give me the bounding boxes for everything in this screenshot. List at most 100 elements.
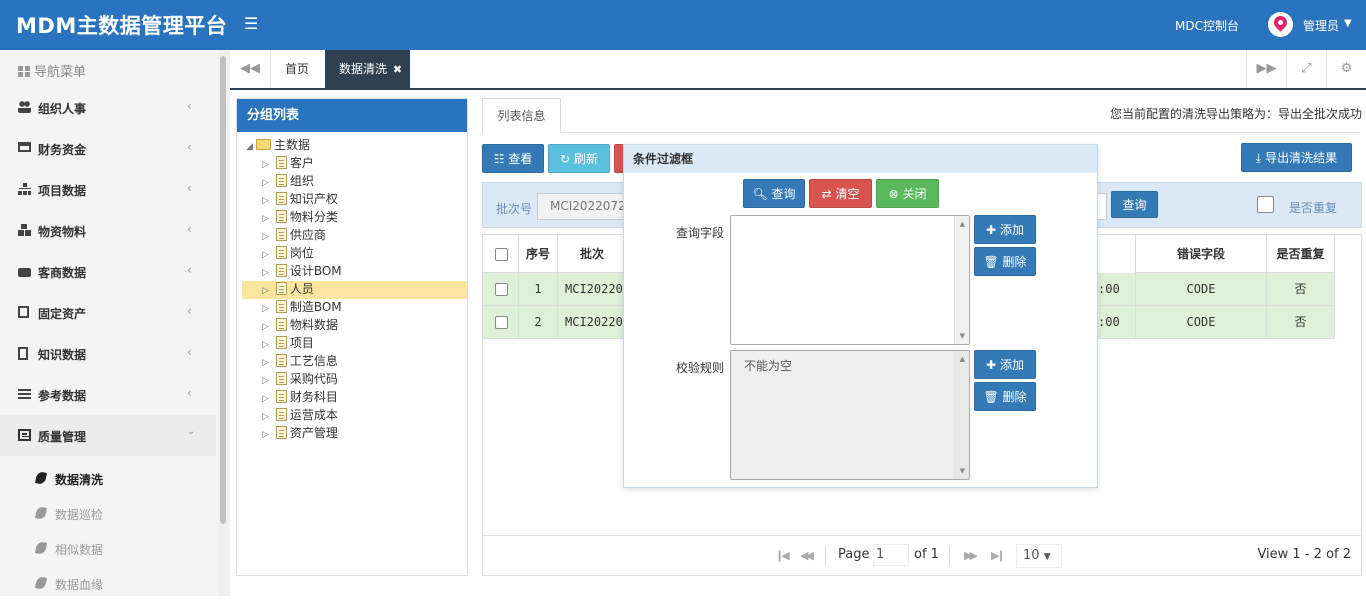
dialog-query-button[interactable]: 🔍︎ 查询: [743, 179, 805, 208]
sidebar-item-knowledge[interactable]: 知识数据 ‹: [0, 333, 216, 374]
leaf-icon: [35, 541, 47, 555]
sidebar-item-finance[interactable]: 财务资金 ‹: [0, 128, 216, 169]
sidebar-item-label: 项目数据: [38, 184, 87, 198]
tree-node[interactable]: ▷ 供应商: [262, 226, 326, 244]
tree-node-label: 客户: [289, 156, 314, 170]
user-menu[interactable]: 管理员: [1303, 17, 1339, 34]
caret-right-icon[interactable]: ▷: [262, 426, 272, 444]
scroll-up-icon[interactable]: ▲: [960, 355, 965, 363]
refresh-button[interactable]: ↻ 刷新: [548, 144, 610, 173]
last-page-icon[interactable]: ▶❙: [991, 549, 1006, 562]
page-size-select[interactable]: 10 ▼: [1016, 544, 1062, 568]
row-checkbox[interactable]: [495, 316, 508, 329]
fullscreen-icon[interactable]: ⤢: [1287, 50, 1327, 88]
tree-node[interactable]: ▷ 设计BOM: [262, 262, 342, 280]
tree-node[interactable]: ▷ 项目: [262, 334, 314, 352]
file-icon: [275, 156, 287, 169]
tree-node[interactable]: ▷ 物料数据: [262, 316, 338, 334]
query-field-textarea[interactable]: ▲ ▼: [730, 215, 970, 345]
col-batch[interactable]: 批次: [558, 235, 626, 273]
next-page-icon[interactable]: ▶▶: [964, 549, 978, 562]
first-page-icon[interactable]: ❙◀: [775, 549, 790, 562]
select-all-checkbox[interactable]: [495, 248, 508, 261]
file-icon: [275, 426, 287, 439]
gear-icon[interactable]: ⚙: [1327, 50, 1366, 88]
dialog-close-button[interactable]: ⊗ 关闭: [876, 179, 939, 208]
sidebar-subitem-data-cleansing[interactable]: 数据清洗: [0, 461, 216, 496]
sidebar-item-org[interactable]: 组织人事 ‹: [0, 87, 216, 128]
duplicate-checkbox[interactable]: [1257, 196, 1274, 213]
tree-node-label: 人员: [289, 282, 314, 296]
scroll-down-icon[interactable]: ▼: [960, 467, 965, 475]
calculator-icon: [18, 306, 29, 318]
field-add-button[interactable]: ✚ 添加: [974, 215, 1036, 244]
list-icon: ☷: [493, 152, 505, 166]
tree-node[interactable]: ▷ 采购代码: [262, 370, 338, 388]
tab-underline: [482, 132, 1360, 133]
tree-node[interactable]: ▷ 制造BOM: [262, 298, 342, 316]
row-seq: 1: [519, 273, 558, 306]
file-icon: [275, 264, 287, 277]
view-button[interactable]: ☷ 查看: [482, 144, 544, 173]
tree-node[interactable]: ▷ 岗位: [262, 244, 314, 262]
col-seq[interactable]: 序号: [519, 235, 558, 273]
sidebar-subitem-data-inspection[interactable]: 数据巡检: [0, 496, 216, 531]
dialog-clear-button[interactable]: ⇄ 清空: [809, 179, 872, 208]
sidebar: 导航菜单 组织人事 ‹ 财务资金 ‹ 项目数据 ‹ 物资物料 ‹ 客商数据 ‹ 固定资产 ‹…: [0, 50, 230, 596]
scroll-down-icon[interactable]: ▼: [960, 332, 965, 340]
tab-label: 数据清洗: [339, 62, 388, 76]
chevron-left-icon: ‹: [187, 263, 192, 277]
list-icon: [18, 388, 31, 400]
search-query-button[interactable]: 查询: [1111, 191, 1158, 218]
sidebar-item-merchant[interactable]: 客商数据 ‹: [0, 251, 216, 292]
backward-icon[interactable]: ◀◀: [230, 50, 271, 88]
tree-node[interactable]: ▷ 知识产权: [262, 190, 338, 208]
tree-node[interactable]: ▷ 组织: [262, 172, 314, 190]
sidebar-item-assets[interactable]: 固定资产 ‹: [0, 292, 216, 333]
row-checkbox[interactable]: [495, 283, 508, 296]
col-duplicate[interactable]: 是否重复: [1267, 235, 1335, 273]
textarea-scrollbar[interactable]: [954, 351, 969, 479]
sidebar-item-reference[interactable]: 参考数据 ‹: [0, 374, 216, 415]
tab-data-cleansing[interactable]: 数据清洗 ✖: [325, 50, 411, 88]
tree-node[interactable]: ▷ 人员: [262, 280, 314, 298]
field-delete-button[interactable]: 🗑︎ 删除: [974, 247, 1036, 276]
close-icon[interactable]: ✖: [393, 63, 402, 76]
prev-page-icon[interactable]: ◀◀: [800, 549, 814, 562]
sidebar-subitem-similar-data[interactable]: 相似数据: [0, 531, 216, 566]
sidebar-item-project[interactable]: 项目数据 ‹: [0, 169, 216, 210]
row-time: :00: [1098, 306, 1136, 339]
table-row[interactable]: [483, 273, 519, 306]
tab-list-info[interactable]: 列表信息: [482, 98, 561, 133]
tree-node[interactable]: ▷ 财务科目: [262, 388, 338, 406]
tree-node-label: 项目: [289, 336, 314, 350]
export-results-button[interactable]: ⤓ 导出清洗结果: [1241, 143, 1352, 172]
sidebar-item-quality[interactable]: 质量管理 ⌄: [0, 415, 216, 456]
sidebar-item-materials[interactable]: 物资物料 ‹: [0, 210, 216, 251]
tree-node[interactable]: ▷ 客户: [262, 154, 314, 172]
tree-node[interactable]: ▷ 物料分类: [262, 208, 338, 226]
mdc-console-link[interactable]: MDC控制台: [1175, 17, 1239, 34]
tree-node[interactable]: ▷ 运营成本: [262, 406, 338, 424]
batch-input[interactable]: MCI2022072: [537, 193, 627, 220]
page-input[interactable]: 1: [873, 544, 909, 566]
rule-add-button[interactable]: ✚ 添加: [974, 350, 1036, 379]
table-row[interactable]: [483, 306, 519, 339]
scroll-up-icon[interactable]: ▲: [960, 220, 965, 228]
validation-rule-textarea[interactable]: 不能为空 ▲ ▼: [730, 350, 970, 480]
caret-down-icon[interactable]: ◢: [246, 138, 256, 156]
textarea-scrollbar[interactable]: [954, 216, 969, 344]
col-error-field[interactable]: 错误字段: [1136, 235, 1267, 273]
tree-node[interactable]: ▷ 工艺信息: [262, 352, 338, 370]
sidebar-scroll-thumb[interactable]: [220, 56, 226, 524]
tab-home[interactable]: 首页: [271, 50, 323, 88]
tree-node[interactable]: ▷ 资产管理: [262, 424, 338, 442]
tree-node-label: 知识产权: [289, 192, 338, 206]
caret-down-icon[interactable]: ▼: [1344, 18, 1352, 29]
forward-icon[interactable]: ▶▶: [1246, 50, 1287, 88]
rule-delete-button[interactable]: 🗑︎ 删除: [974, 382, 1036, 411]
chevron-left-icon: ‹: [187, 345, 192, 359]
menu-toggle-icon[interactable]: ☰: [244, 14, 258, 33]
avatar[interactable]: [1268, 12, 1293, 37]
tree-node-root[interactable]: ◢ 主数据: [246, 136, 310, 154]
